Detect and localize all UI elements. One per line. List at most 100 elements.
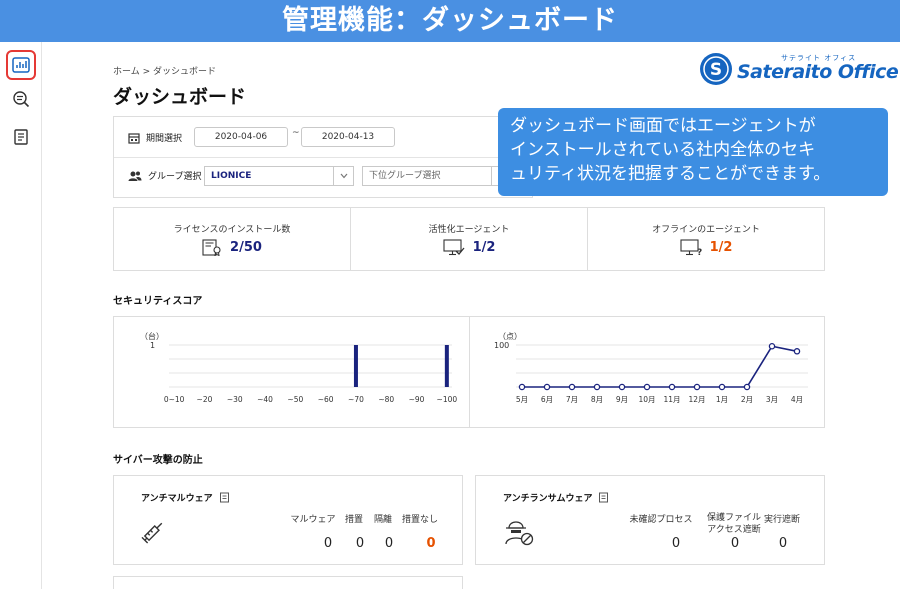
sidebar-dashboard-button[interactable] [6, 50, 36, 80]
subgroup-placeholder: 下位グループ選択 [369, 171, 441, 181]
val-unconfirmed-process: 0 [671, 536, 681, 551]
col-no-action: 措置なし [401, 515, 438, 525]
document-icon [14, 129, 28, 145]
svg-text:?: ? [697, 248, 702, 256]
security-score-title: セキュリティスコア [113, 296, 203, 307]
group-select[interactable]: LIONICE [204, 166, 354, 186]
score-trend-chart: （点）100 5月 6月 7月 8月 9月 10月 11月 12月 1月 2月 3月 4月 [494, 332, 808, 404]
stats-panel: ライセンスのインストール数 2/50 活性化エージェント 1/2 オフラインのエ… [113, 207, 825, 271]
data-point [743, 383, 751, 391]
antimalware-title: アンチマルウェア [141, 494, 213, 504]
data-point [693, 383, 701, 391]
x-tick-label: 3月 [766, 395, 778, 404]
stat-offline: オフラインのエージェント ? 1/2 [588, 208, 824, 270]
search-list-icon [13, 91, 30, 108]
data-point [543, 383, 551, 391]
syringe-icon [141, 522, 163, 544]
stat-value: 1/2 [472, 240, 496, 255]
stat-label: ライセンスのインストール数 [173, 225, 291, 235]
chevron-down-icon [333, 167, 353, 185]
x-tick-label: ~20 [197, 395, 213, 404]
x-tick-label: ~90 [409, 395, 425, 404]
monitor-question-icon: ? [680, 239, 702, 256]
sidebar-search-button[interactable] [6, 84, 36, 114]
breadcrumb-home[interactable]: ホーム [113, 67, 140, 77]
x-tick-label: ~70 [348, 395, 364, 404]
x-tick-label: 9月 [616, 395, 628, 404]
x-tick-label: 1月 [716, 395, 728, 404]
period-row: 期間選択 [128, 131, 182, 144]
x-tick-label: 0~10 [164, 395, 185, 404]
y-tick-label: 1 [150, 341, 155, 350]
col-unconfirmed-process: 未確認プロセス [629, 515, 693, 525]
main-content: ホーム > ダッシュボード ダッシュボード S サテライト オフィス Sater… [43, 42, 900, 589]
bar-chart-icon [12, 57, 30, 73]
x-tick-label: ~100 [437, 395, 458, 404]
val-quarantine: 0 [384, 536, 394, 551]
data-point [793, 348, 801, 355]
col-action: 措置 [344, 515, 363, 525]
filter-panel: 期間選択 2020-04-06 ~ 2020-04-13 グループ選択 LION… [113, 116, 533, 198]
y-axis-label: （点） [498, 332, 522, 341]
subgroup-select-edge [491, 167, 497, 185]
stat-value: 2/50 [230, 240, 262, 255]
stat-value: 1/2 [709, 240, 733, 255]
callout-line-3: ュリティ状況を把握することができます。 [510, 164, 831, 184]
group-row: グループ選択 [128, 169, 201, 182]
license-icon [202, 239, 221, 256]
report-icon[interactable] [598, 492, 609, 503]
callout-line-1: ダッシュボード画面ではエージェントが [510, 116, 816, 136]
sidebar-report-button[interactable] [6, 122, 36, 152]
date-to-input[interactable]: 2020-04-13 [301, 127, 395, 147]
val-execution-block: 0 [778, 536, 788, 551]
filter-divider [114, 157, 532, 158]
series-line [522, 345, 798, 388]
data-point [643, 383, 651, 391]
x-tick-label: 8月 [591, 395, 603, 404]
callout-line-2: インストールされている社内全体のセキ [510, 140, 816, 160]
y-tick-label: 100 [494, 341, 509, 350]
data-point [718, 383, 726, 391]
col-execution-block: 実行遮断 [763, 515, 800, 525]
y-axis-label: （台） [140, 331, 164, 341]
company-logo: S サテライト オフィス Sateraito Office [699, 52, 899, 88]
antiransom-title: アンチランサムウェア [503, 494, 593, 504]
breadcrumb: ホーム > ダッシュボード [113, 64, 216, 77]
cyber-title: サイバー攻撃の防止 [113, 455, 203, 466]
stat-value-row: 2/50 [114, 239, 350, 256]
val-protected-file-block: 0 [730, 536, 740, 551]
data-point [768, 343, 776, 350]
users-icon [128, 171, 142, 181]
breadcrumb-current: ダッシュボード [153, 67, 217, 77]
stat-value-row: ? 1/2 [588, 239, 824, 256]
stat-active: 活性化エージェント 1/2 [351, 208, 588, 270]
data-point [668, 383, 676, 391]
stat-value-row: 1/2 [351, 239, 587, 256]
col-protected-file-block: 保護ファイル アクセス遮断 [706, 513, 761, 535]
stat-label: オフラインのエージェント [652, 225, 760, 235]
security-charts: （台） 1 0~10 ~20 ~30 ~40 ~50 ~60 ~70 ~80 ~90 ~100 （点）… [113, 316, 825, 428]
antiransomware-card: アンチランサムウェア 未確認プロセス 保護ファイル アクセス遮断 実行遮断 0 … [475, 475, 825, 565]
antiransom-title-row: アンチランサムウェア [503, 491, 609, 504]
x-tick-label: 5月 [516, 395, 528, 404]
group-select-value: LIONICE [211, 171, 252, 181]
x-tick-label: ~40 [257, 395, 273, 404]
monitor-check-icon [443, 239, 465, 256]
data-point [593, 383, 601, 391]
stat-label: 活性化エージェント [428, 225, 510, 235]
period-label: 期間選択 [146, 134, 183, 144]
x-tick-label: ~50 [287, 395, 303, 404]
col-quarantine: 隔離 [373, 515, 392, 525]
x-tick-label: ~80 [378, 395, 394, 404]
banner-title: 管理機能：ダッシュボード [0, 0, 900, 42]
x-tick-label: 6月 [541, 395, 553, 404]
x-tick-label: 4月 [791, 395, 803, 404]
breadcrumb-separator: > [142, 67, 151, 77]
data-point [518, 383, 526, 391]
date-from-input[interactable]: 2020-04-06 [194, 127, 288, 147]
report-icon[interactable] [219, 492, 230, 503]
stat-license: ライセンスのインストール数 2/50 [114, 208, 351, 270]
x-tick-label: 10月 [638, 395, 655, 404]
score-distribution-chart: （台）1 0~10 ~20 ~30 ~40 ~50 ~60 ~70 ~80 ~90 ~100 [140, 331, 458, 404]
sidebar [0, 42, 42, 589]
